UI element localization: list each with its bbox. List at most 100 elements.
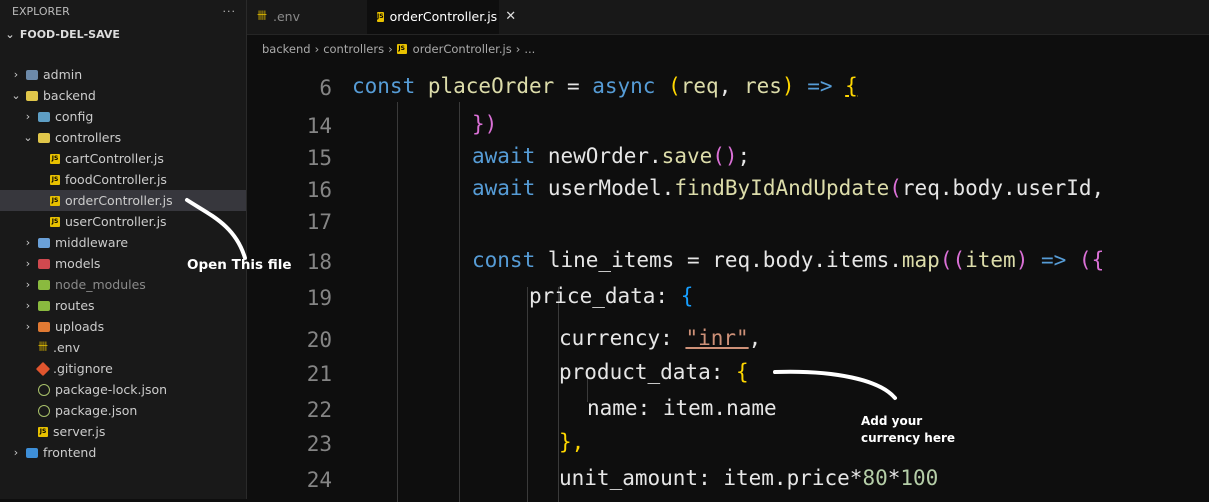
tree-item-label: server.js [53,424,106,439]
code-token: () [712,144,738,168]
code-token: ( [889,176,902,200]
code-token: ) [781,74,808,98]
tree-item-label: uploads [55,319,105,334]
tree-item-controllers[interactable]: ⌄ controllers [0,127,246,148]
tree-item-config[interactable]: › config [0,106,246,127]
tab-order-controller[interactable]: JS orderController.js ✕ [367,0,516,34]
line-number: 24 [306,468,332,492]
code-token: name: item.name [587,396,777,420]
json-icon [38,404,50,417]
tree-item-middleware[interactable]: › middleware [0,232,246,253]
tree-item-gitignore[interactable]: .gitignore [0,358,246,379]
tree-item-frontend[interactable]: › frontend [0,442,246,463]
line-number: 22 [306,398,332,422]
project-root[interactable]: ⌄ FOOD-DEL-SAVE [0,24,246,46]
chevron-down-icon: ⌄ [5,28,15,41]
tab-label: .env [273,9,300,24]
tree-item-label: .env [53,340,80,355]
code-line-21: product_data: { [559,360,749,384]
line-number: 19 [306,286,332,310]
chevron-right-icon: › [25,236,31,249]
tree-item-label: routes [55,298,95,313]
js-file-icon: JS [396,44,407,54]
code-token: product_data: [559,360,737,384]
tree-item-routes[interactable]: › routes [0,295,246,316]
tree-item-label: package.json [55,403,138,418]
tree-item-node-modules[interactable]: › node_modules [0,274,246,295]
code-token: => [1040,248,1079,272]
tree-item-admin[interactable]: › admin [0,64,246,85]
code-token: line_items [547,248,675,272]
code-token: userModel [547,176,662,200]
code-line-24: unit_amount: item.price*80*100 [559,466,938,490]
project-name: FOOD-DEL-SAVE [19,28,120,41]
folder-icon [26,90,38,101]
tree-item-package-json[interactable]: package.json [0,400,246,421]
js-icon: JS [50,174,60,185]
folder-icon [38,279,50,290]
tree-item-server-js[interactable]: JS server.js [0,421,246,442]
chevron-right-icon: › [25,278,31,291]
folder-icon [26,69,38,80]
env-file-icon: 卌 [257,11,267,22]
tree-item-cartcontroller-js[interactable]: JS cartController.js [0,148,246,169]
folder-icon [38,111,50,122]
code-editor[interactable]: 6 14 15 16 17 18 19 20 21 22 23 24 const… [247,62,1209,502]
line-number: 20 [306,328,332,352]
annotation-line: currency here [861,431,956,445]
tree-item-backend[interactable]: ⌄ backend [0,85,246,106]
breadcrumb-item[interactable]: controllers [323,42,384,56]
tree-item-package-lock-json[interactable]: package-lock.json [0,379,246,400]
tree-item-label: controllers [55,130,122,145]
code-token: await [472,176,548,200]
explorer-header: EXPLORER ··· [0,0,246,24]
open-file-annotation: Open This file [187,257,292,273]
breadcrumb: backend › controllers › JS orderControll… [262,42,535,56]
tree-item-ordercontroller-js[interactable]: JS orderController.js [0,190,246,211]
tab-env[interactable]: 卌 .env [247,0,367,34]
code-line-18: const line_items = req.body.items.map((i… [472,248,1104,272]
tree-item-label: node_modules [55,277,146,292]
chevron-right-icon: › [13,446,19,459]
code-token: 100 [900,466,939,490]
code-token: res [743,74,782,98]
code-token: const [352,74,428,98]
js-icon: JS [50,153,60,164]
tree-item-env[interactable]: 卌 .env [0,337,246,358]
code-token: req [680,74,719,98]
tree-item-label: userController.js [65,214,167,229]
code-token: ; [737,144,751,168]
code-token: findByIdAndUpdate [674,176,890,200]
code-token: ( [668,74,681,98]
code-line-6: const placeOrder = async (req, res) => { [352,74,858,98]
tree-item-usercontroller-js[interactable]: JS userController.js [0,211,246,232]
close-icon[interactable]: ✕ [505,0,516,34]
chevron-right-icon: › [25,257,31,270]
code-token: async [592,74,669,98]
js-icon: JS [50,216,60,227]
code-token: . [661,176,675,200]
breadcrumb-item[interactable]: orderController.js [413,42,512,56]
indent-guide [397,102,398,502]
folder-icon [38,237,50,248]
code-token: , [748,326,762,350]
tree-item-foodcontroller-js[interactable]: JS foodController.js [0,169,246,190]
tree-item-label: .gitignore [53,361,113,376]
tab-bar: 卌 .env JS orderController.js ✕ [247,0,1209,35]
line-number: 16 [306,178,332,202]
tree-item-uploads[interactable]: › uploads [0,316,246,337]
folder-icon [26,447,38,458]
code-token: const [472,248,548,272]
code-line-22: name: item.name [587,396,777,420]
chevron-right-icon: › [388,42,393,56]
tree-item-label: models [55,256,101,271]
code-line-15: await newOrder.save(); [472,144,750,168]
code-token: = [554,74,593,98]
line-number: 23 [306,432,332,456]
breadcrumb-item[interactable]: backend [262,42,311,56]
indent-guide [459,102,460,502]
breadcrumb-item[interactable]: ... [524,42,535,56]
explorer-title: EXPLORER [12,5,70,18]
more-actions-icon[interactable]: ··· [223,0,247,24]
code-token: req.body.userId, [901,176,1105,200]
